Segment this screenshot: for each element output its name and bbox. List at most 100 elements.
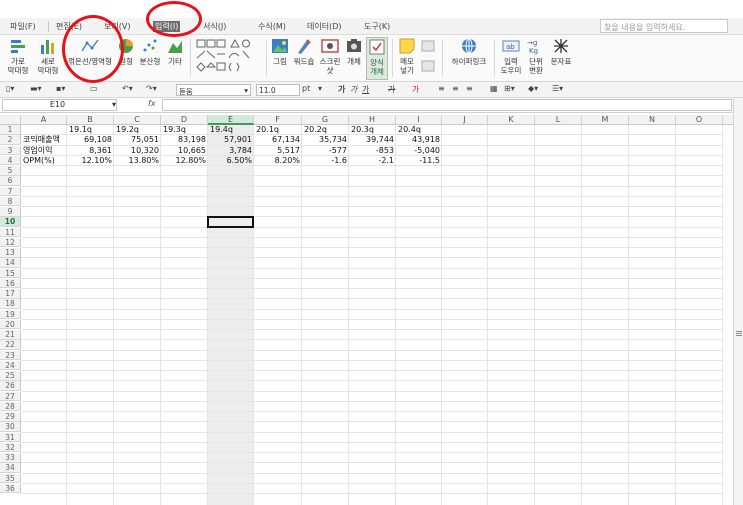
formula-input[interactable] <box>162 99 732 111</box>
cell-f3[interactable]: 5,517 <box>254 146 302 156</box>
cell-g3[interactable]: -577 <box>302 146 349 156</box>
row-header-9[interactable]: 9 <box>0 207 21 217</box>
menu-lines-icon[interactable]: ☰▾ <box>552 84 563 96</box>
column-header-j[interactable]: J <box>442 115 488 125</box>
cell-f1[interactable]: 20.1q <box>254 125 302 135</box>
open-folder-icon[interactable]: ▬▾ <box>30 84 42 96</box>
column-header-g[interactable]: G <box>302 115 349 125</box>
menu-formula[interactable]: 수식(M) <box>258 21 286 32</box>
row-header-7[interactable]: 7 <box>0 186 21 196</box>
row-header-31[interactable]: 31 <box>0 432 21 442</box>
cell-d4[interactable]: 12.80% <box>161 156 208 166</box>
cell-e3[interactable]: 3,784 <box>208 146 254 156</box>
cell-d3[interactable]: 10,665 <box>161 146 208 156</box>
row-header-33[interactable]: 33 <box>0 453 21 463</box>
ribbon-memo-button[interactable]: 메모 넣기 <box>396 37 418 75</box>
cell-b4[interactable]: 12.10% <box>67 156 114 166</box>
column-header-i[interactable]: I <box>396 115 442 125</box>
cell-h2[interactable]: 39,744 <box>349 135 396 145</box>
row-header-22[interactable]: 22 <box>0 340 21 350</box>
row-header-6[interactable]: 6 <box>0 176 21 186</box>
column-header-f[interactable]: F <box>254 115 302 125</box>
cell-i2[interactable]: 43,918 <box>396 135 442 145</box>
cell-i3[interactable]: -5,040 <box>396 146 442 156</box>
ribbon-scatter-button[interactable]: 분산형 <box>138 37 162 66</box>
row-header-12[interactable]: 12 <box>0 237 21 248</box>
cell-d2[interactable]: 83,198 <box>161 135 208 145</box>
vertical-scrollbar[interactable] <box>733 98 743 505</box>
ribbon-symbol-button[interactable]: 문자표 <box>550 37 572 66</box>
save-icon[interactable]: ▪▾ <box>56 84 65 96</box>
cell-b1[interactable]: 19.1q <box>67 125 114 135</box>
cell-c1[interactable]: 19.2q <box>114 125 161 135</box>
row-header-15[interactable]: 15 <box>0 268 21 278</box>
fx-icon[interactable]: fx <box>148 99 156 108</box>
cell-a3[interactable]: 영업이익 <box>21 146 67 156</box>
ribbon-unit-convert-button[interactable]: →g Kg 단위 변환 <box>526 37 546 75</box>
row-header-18[interactable]: 18 <box>0 299 21 309</box>
row-header-24[interactable]: 24 <box>0 360 21 371</box>
cell-e2[interactable]: 57,901 <box>208 135 254 145</box>
row-header-17[interactable]: 17 <box>0 289 21 299</box>
column-header-l[interactable]: L <box>535 115 582 125</box>
column-header-m[interactable]: M <box>582 115 629 125</box>
ribbon-horizontal-bar-button[interactable]: 가로 막대형 <box>6 37 30 75</box>
ribbon-wordart-button[interactable]: 워드숍 <box>292 37 316 66</box>
row-header-25[interactable]: 25 <box>0 371 21 381</box>
cell-a2[interactable]: 코믹매출액 <box>21 135 67 145</box>
cell-i1[interactable]: 20.4q <box>396 125 442 135</box>
bold-button[interactable]: 가 <box>338 84 345 96</box>
font-color-button[interactable]: 가 <box>412 84 419 96</box>
font-name-select[interactable]: 돋움 ▾ <box>176 84 251 96</box>
column-header-k[interactable]: K <box>488 115 535 125</box>
row-header-28[interactable]: 28 <box>0 401 21 412</box>
menu-format[interactable]: 서식(J) <box>203 21 226 32</box>
menu-data[interactable]: 데이터(D) <box>307 21 341 32</box>
row-header-5[interactable]: 5 <box>0 166 21 176</box>
borders-icon[interactable]: ⊞▾ <box>504 84 515 96</box>
cell-g4[interactable]: -1.6 <box>302 156 349 166</box>
row-header-30[interactable]: 30 <box>0 422 21 432</box>
ribbon-screenshot-button[interactable]: 스크린 샷 <box>318 37 342 75</box>
row-header-4[interactable]: 4 <box>0 155 21 166</box>
cell-b3[interactable]: 8,361 <box>67 146 114 156</box>
search-input[interactable]: 찾을 내용을 입력하세요. <box>600 19 728 33</box>
cell-e4[interactable]: 6.50% <box>208 156 254 166</box>
column-header-e[interactable]: E <box>208 115 254 125</box>
fill-color-icon[interactable]: ◆▾ <box>528 84 538 96</box>
column-header-b[interactable]: B <box>67 115 114 125</box>
underline-button[interactable]: 가 <box>362 84 369 96</box>
row-header-16[interactable]: 16 <box>0 278 21 289</box>
cell-e1[interactable]: 19.4q <box>208 125 254 135</box>
row-header-11[interactable]: 11 <box>0 227 21 237</box>
align-center-icon[interactable]: ≡ <box>452 84 459 96</box>
column-header-a[interactable]: A <box>21 115 67 125</box>
ribbon-vertical-bar-button[interactable]: 세로 막대형 <box>36 37 60 75</box>
font-size-select[interactable]: 11.0 <box>256 84 300 96</box>
row-header-36[interactable]: 36 <box>0 483 21 494</box>
row-header-3[interactable]: 3 <box>0 145 21 155</box>
ribbon-object-button[interactable]: 개체 <box>344 37 364 66</box>
ribbon-input-helper-button[interactable]: ab 입력 도우미 <box>498 37 524 75</box>
row-header-23[interactable]: 23 <box>0 350 21 360</box>
cell-d1[interactable]: 19.3q <box>161 125 208 135</box>
font-size-stepper-icon[interactable]: ▾ <box>318 84 322 96</box>
align-right-icon[interactable]: ≡ <box>466 84 473 96</box>
row-header-10[interactable]: 10 <box>0 217 21 227</box>
new-file-icon[interactable]: ▯▾ <box>6 84 14 96</box>
row-header-20[interactable]: 20 <box>0 319 21 330</box>
column-header-o[interactable]: O <box>676 115 723 125</box>
menu-tools[interactable]: 도구(K) <box>364 21 390 32</box>
merge-cells-icon[interactable]: ▦ <box>490 84 498 96</box>
row-header-8[interactable]: 8 <box>0 196 21 207</box>
row-header-27[interactable]: 27 <box>0 391 21 401</box>
column-header-h[interactable]: H <box>349 115 396 125</box>
redo-icon[interactable]: ↷▾ <box>146 84 157 96</box>
cell-b2[interactable]: 69,108 <box>67 135 114 145</box>
column-header-d[interactable]: D <box>161 115 208 125</box>
active-cell[interactable] <box>207 216 254 228</box>
row-header-26[interactable]: 26 <box>0 381 21 391</box>
cell-g1[interactable]: 20.2q <box>302 125 349 135</box>
row-header-21[interactable]: 21 <box>0 330 21 340</box>
row-header-35[interactable]: 35 <box>0 473 21 483</box>
